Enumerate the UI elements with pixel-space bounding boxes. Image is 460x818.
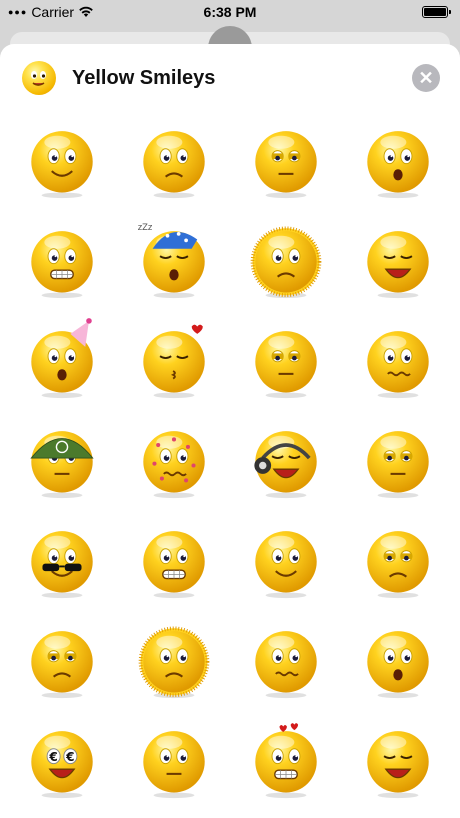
suspicious-smiley[interactable] bbox=[342, 414, 454, 504]
wifi-icon bbox=[79, 6, 93, 17]
frowning-smiley[interactable] bbox=[6, 614, 118, 704]
measles-smiley-icon bbox=[143, 431, 205, 499]
whistling-smiley-icon bbox=[367, 631, 429, 699]
scared-fuzzy-smiley[interactable] bbox=[118, 614, 230, 704]
shocked-fuzzy-smiley[interactable] bbox=[230, 214, 342, 304]
kiss-smiley[interactable] bbox=[118, 314, 230, 404]
worried-smiley[interactable] bbox=[342, 114, 454, 204]
soldier-helmet-smiley-icon bbox=[30, 431, 94, 499]
svg-text:zZz: zZz bbox=[138, 222, 153, 232]
music-headphones-smiley-icon bbox=[254, 431, 317, 499]
bruised-smiley-icon bbox=[367, 531, 429, 599]
svg-text:€: € bbox=[48, 750, 57, 764]
relieved-smiley-icon bbox=[367, 731, 429, 799]
worried-smiley-icon bbox=[367, 131, 429, 199]
sleepy-nightcap-smiley-icon: zZz bbox=[138, 222, 205, 299]
winking-bandage-smiley-icon bbox=[255, 631, 317, 699]
soldier-helmet-smiley[interactable] bbox=[6, 414, 118, 504]
frowning-smiley-icon bbox=[31, 631, 93, 699]
cool-sunglasses-smiley-icon bbox=[31, 531, 93, 599]
grimace-smiley-icon bbox=[143, 531, 205, 599]
nervous-smiley[interactable] bbox=[342, 314, 454, 404]
annoyed-smiley-icon bbox=[255, 131, 317, 199]
kiss-smiley-icon bbox=[143, 324, 205, 399]
battery-fill bbox=[424, 8, 446, 16]
curious-smiley-icon bbox=[143, 731, 205, 799]
battery-icon bbox=[422, 6, 451, 18]
curious-smiley[interactable] bbox=[118, 714, 230, 804]
angry-teeth-smiley-icon bbox=[31, 231, 93, 299]
sleepy-nightcap-smiley[interactable]: zZz bbox=[118, 214, 230, 304]
money-eyes-smiley-icon: € € bbox=[31, 731, 93, 799]
sad-smiley[interactable] bbox=[118, 114, 230, 204]
status-left: ●●● Carrier bbox=[8, 4, 94, 20]
bored-smiley-icon bbox=[255, 331, 317, 399]
bored-smiley[interactable] bbox=[230, 314, 342, 404]
whistling-smiley[interactable] bbox=[342, 614, 454, 704]
relieved-smiley[interactable] bbox=[342, 714, 454, 804]
in-love-smiley[interactable] bbox=[6, 114, 118, 204]
cool-sunglasses-smiley[interactable] bbox=[6, 514, 118, 604]
bruised-smiley[interactable] bbox=[342, 514, 454, 604]
party-hat-smiley[interactable] bbox=[6, 314, 118, 404]
measles-smiley[interactable] bbox=[118, 414, 230, 504]
annoyed-smiley[interactable] bbox=[230, 114, 342, 204]
grimace-smiley[interactable] bbox=[118, 514, 230, 604]
money-eyes-smiley[interactable]: € € bbox=[6, 714, 118, 804]
angry-teeth-smiley[interactable] bbox=[6, 214, 118, 304]
suspicious-smiley-icon bbox=[367, 431, 429, 499]
happy-smiley[interactable] bbox=[230, 514, 342, 604]
nervous-smiley-icon bbox=[367, 331, 429, 399]
party-hat-smiley-icon bbox=[31, 318, 93, 399]
status-bar: ●●● Carrier 6:38 PM bbox=[0, 0, 460, 24]
sheet-header: Yellow Smileys ✕ bbox=[0, 44, 460, 112]
sticker-grid: zZz € € bbox=[0, 112, 460, 804]
winking-bandage-smiley[interactable] bbox=[230, 614, 342, 704]
app-smiley-icon bbox=[22, 61, 56, 95]
music-headphones-smiley[interactable] bbox=[230, 414, 342, 504]
close-icon: ✕ bbox=[418, 67, 434, 88]
hearts-smiley[interactable] bbox=[230, 714, 342, 804]
laughing-smiley[interactable] bbox=[342, 214, 454, 304]
in-love-smiley-icon bbox=[31, 131, 93, 199]
app-title: Yellow Smileys bbox=[72, 66, 216, 89]
scared-fuzzy-smiley-icon bbox=[138, 626, 210, 699]
happy-smiley-icon bbox=[255, 531, 317, 599]
sticker-sheet: Yellow Smileys ✕ zZz € € bbox=[0, 44, 460, 818]
close-button[interactable]: ✕ bbox=[412, 64, 440, 92]
svg-text:€: € bbox=[65, 750, 74, 764]
laughing-smiley-icon bbox=[367, 231, 429, 299]
carrier-label: Carrier bbox=[31, 4, 75, 20]
sad-smiley-icon bbox=[143, 131, 205, 199]
hearts-smiley-icon bbox=[255, 723, 317, 799]
signal-dots-icon: ●●● bbox=[8, 7, 28, 17]
shocked-fuzzy-smiley-icon bbox=[250, 226, 322, 299]
